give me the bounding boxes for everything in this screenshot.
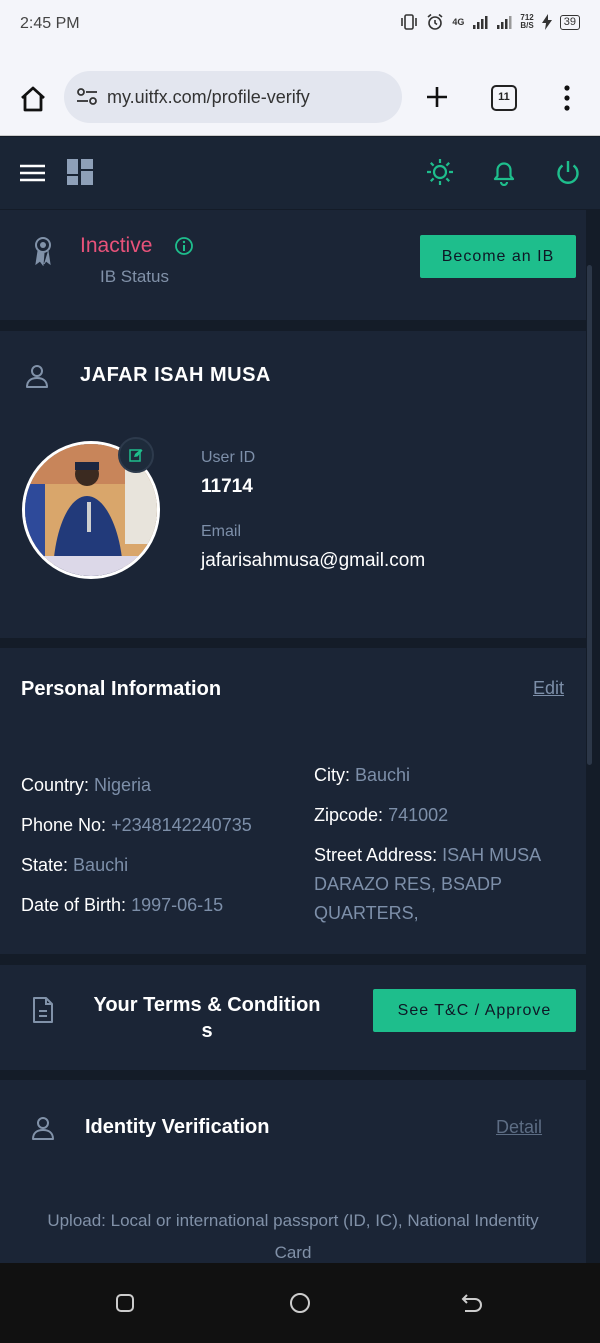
power-logout-icon[interactable] [554,158,582,186]
dob-row: Date of Birth: 1997-06-15 [21,895,224,915]
user-id-label: User ID [201,449,256,466]
profile-name: JAFAR ISAH MUSA [80,364,271,386]
profile-card: JAFAR ISAH MUSA User ID 11714 Email jafa… [0,331,586,638]
status-time: 2:45 PM [20,15,80,32]
info-icon[interactable] [174,236,194,256]
signal-icon [473,16,488,29]
status-bar: 2:45 PM 4G 712 B/S 39 [0,0,600,50]
personal-info-title: Personal Information [21,678,222,700]
nav-home-icon[interactable] [289,1292,311,1314]
status-icons: 4G 712 B/S 39 [400,13,580,31]
street-row: Street Address: ISAH MUSA DARAZO RES, BS… [314,845,542,923]
alarm-icon [427,13,443,30]
android-nav-bar [0,1263,600,1343]
charging-icon [541,14,552,30]
email-value: jafarisahmusa@gmail.com [201,550,426,571]
net-speed: 712 B/S [520,13,534,30]
personal-left-column: Country: Nigeria Phone No: +234814224073… [21,765,252,925]
see-tc-approve-button[interactable]: See T&C / Approve [373,989,576,1032]
user-icon [26,365,48,388]
ib-status-card: Inactive IB Status Become an IB [0,210,586,320]
personal-info-card: Personal Information Edit Country: Niger… [0,648,586,954]
identity-title: Identity Verification [85,1116,270,1138]
back-icon[interactable] [461,1293,483,1313]
notification-bell-icon[interactable] [490,158,518,186]
upload-instructions: Upload: Local or international passport … [47,1211,539,1262]
edit-avatar-button[interactable] [118,437,154,473]
terms-title: Your Terms & Condition s [93,994,321,1042]
home-icon[interactable] [18,84,48,114]
theme-toggle-icon[interactable] [426,158,454,186]
edit-personal-link[interactable]: Edit [533,678,564,699]
edit-pencil-icon [129,449,143,462]
award-ribbon-icon [35,237,51,266]
recent-apps-icon[interactable] [115,1293,135,1313]
address-bar[interactable]: my.uitfx.com/profile-verify [64,71,402,123]
ib-status-value: Inactive [80,234,153,257]
personal-right-column: City: Bauchi Zipcode: 741002 Street Addr… [314,755,541,928]
network-type: 4G [452,17,465,27]
user-verify-icon [32,1117,54,1140]
signal-icon-2 [497,16,512,29]
document-icon [33,997,53,1023]
city-row: City: Bauchi [314,765,411,785]
state-row: State: Bauchi [21,855,129,875]
country-row: Country: Nigeria [21,775,152,795]
identity-card: Identity Verification Detail Upload: Loc… [0,1080,586,1265]
terms-card: Your Terms & Condition s See T&C / Appro… [0,965,586,1070]
battery-indicator: 39 [559,14,580,30]
new-tab-icon[interactable] [424,84,450,110]
browser-toolbar: my.uitfx.com/profile-verify 11 [0,50,600,136]
become-ib-button[interactable]: Become an IB [420,235,576,278]
user-id-value: 11714 [201,476,253,497]
dashboard-icon[interactable] [67,159,93,185]
app-header [0,137,600,209]
more-menu-icon[interactable] [560,85,574,111]
url-text[interactable]: my.uitfx.com/profile-verify [107,87,310,108]
vibrate-icon [401,14,418,30]
ib-status-label: IB Status [100,267,169,286]
hamburger-menu-icon[interactable] [20,163,45,183]
page-scrollbar[interactable] [587,265,592,765]
tab-switcher-button[interactable]: 11 [491,85,517,111]
zip-row: Zipcode: 741002 [314,805,449,825]
email-label: Email [201,523,242,540]
identity-detail-link[interactable]: Detail [496,1117,542,1138]
site-settings-icon[interactable] [76,87,98,107]
phone-row: Phone No: +2348142240735 [21,815,252,835]
